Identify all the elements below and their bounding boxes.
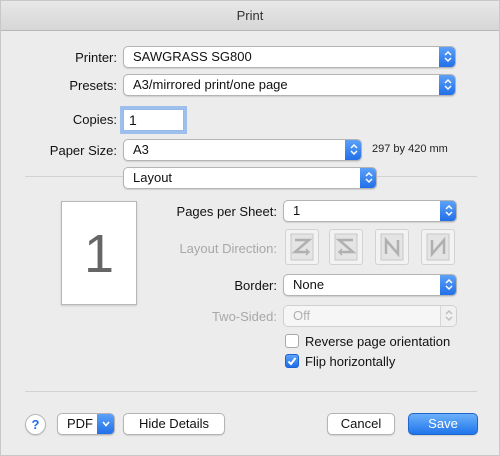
paper-size-value: A3 (133, 142, 149, 157)
printer-label: Printer: (75, 50, 117, 65)
printer-value: SAWGRASS SG800 (133, 49, 252, 64)
checkmark-icon (287, 357, 297, 366)
page-preview: 1 (61, 201, 137, 305)
z-order-icon (290, 233, 314, 261)
chevron-down-icon (97, 414, 114, 434)
popup-arrows-icon (345, 140, 361, 160)
reverse-z-order-button[interactable] (329, 229, 363, 265)
help-button[interactable]: ? (25, 414, 46, 435)
cancel-button[interactable]: Cancel (327, 413, 395, 435)
border-value: None (293, 277, 325, 292)
presets-select[interactable]: A3/mirrored print/one page (123, 74, 456, 96)
n-order-button[interactable] (375, 229, 409, 265)
z-order-button[interactable] (285, 229, 319, 265)
pdf-menu-button[interactable]: PDF (57, 413, 115, 435)
popup-arrows-icon (440, 275, 456, 295)
popup-arrows-icon (440, 306, 456, 326)
window-title: Print (1, 1, 499, 31)
reverse-orientation-label[interactable]: Reverse page orientation (305, 334, 450, 349)
n-order-icon (380, 233, 404, 261)
popup-arrows-icon (439, 75, 455, 95)
divider (25, 391, 477, 392)
copies-label: Copies: (72, 112, 117, 127)
reverse-n-order-button[interactable] (421, 229, 455, 265)
two-sided-label: Two-Sided: (211, 309, 277, 324)
save-button[interactable]: Save (408, 413, 478, 435)
reverse-orientation-checkbox[interactable] (285, 334, 299, 348)
pages-per-sheet-value: 1 (293, 203, 301, 218)
print-dialog: Print Printer: SAWGRASS SG800 Presets: A… (0, 0, 500, 456)
border-label: Border: (234, 278, 277, 293)
pages-per-sheet-select[interactable]: 1 (283, 200, 457, 222)
section-value: Layout (133, 170, 173, 185)
popup-arrows-icon (439, 47, 455, 67)
pages-per-sheet-label: Pages per Sheet: (176, 204, 277, 219)
layout-direction-label: Layout Direction: (179, 241, 277, 256)
paper-size-label: Paper Size: (49, 143, 117, 158)
reverse-z-order-icon (334, 233, 358, 261)
reverse-n-order-icon (426, 233, 450, 261)
paper-dimensions: 297 by 420 mm (372, 143, 448, 155)
hide-details-button[interactable]: Hide Details (123, 413, 225, 435)
border-select[interactable]: None (283, 274, 457, 296)
presets-value: A3/mirrored print/one page (133, 77, 288, 92)
pdf-label: PDF (67, 416, 93, 431)
copies-input[interactable]: 1 (123, 109, 184, 131)
popup-arrows-icon (440, 201, 456, 221)
paper-size-select[interactable]: A3 (123, 139, 362, 161)
presets-label: Presets: (69, 78, 117, 93)
flip-horizontally-checkbox[interactable] (285, 354, 299, 368)
two-sided-select[interactable]: Off (283, 305, 457, 327)
flip-horizontally-label[interactable]: Flip horizontally (305, 354, 395, 369)
two-sided-value: Off (293, 308, 311, 323)
section-select[interactable]: Layout (123, 167, 377, 189)
popup-arrows-icon (360, 168, 376, 188)
printer-select[interactable]: SAWGRASS SG800 (123, 46, 456, 68)
